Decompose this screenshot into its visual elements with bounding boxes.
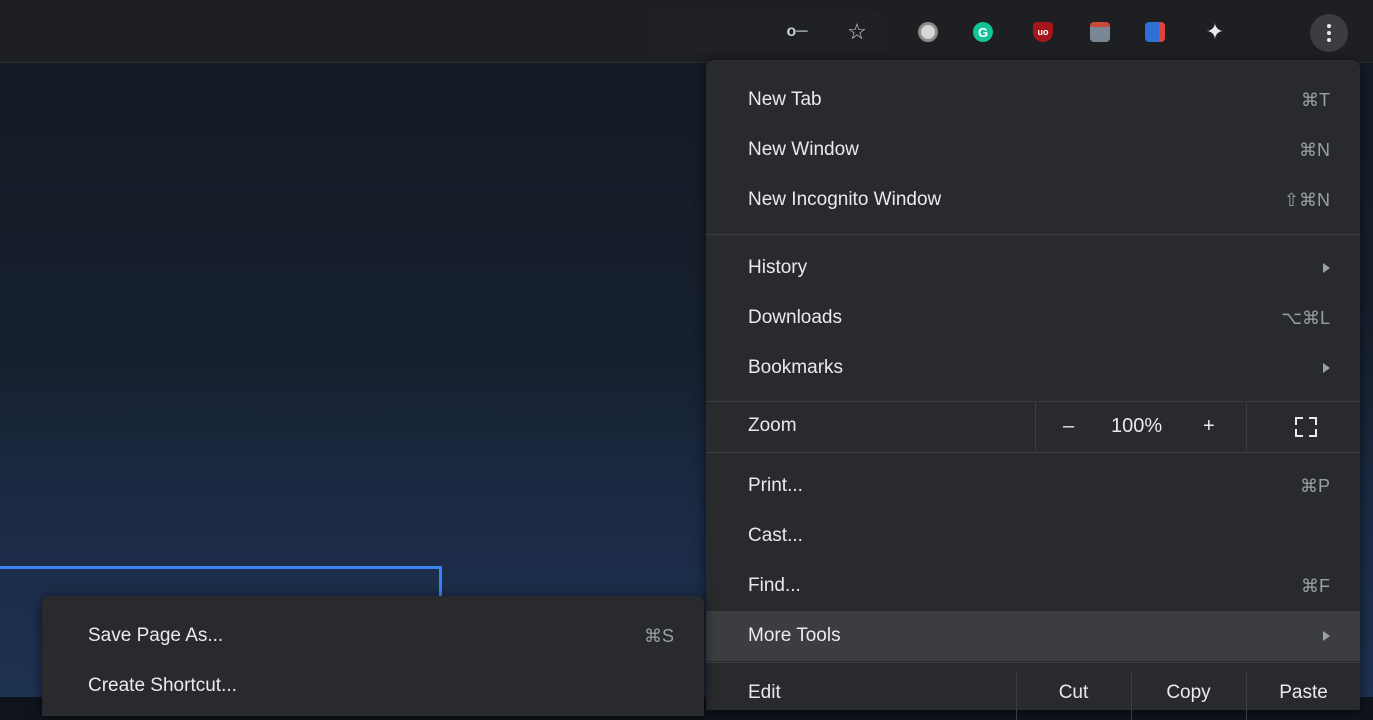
menu-item-more-tools[interactable]: More Tools xyxy=(706,611,1360,661)
menu-icon[interactable] xyxy=(1310,14,1348,52)
menu-item-history[interactable]: History xyxy=(706,244,1360,292)
paste-button[interactable]: Paste xyxy=(1246,672,1360,720)
submenu-arrow-icon xyxy=(1323,363,1330,373)
shortcut: ⌘F xyxy=(1301,575,1330,596)
cut-button[interactable]: Cut xyxy=(1016,672,1130,720)
menu-separator xyxy=(706,234,1360,235)
zoom-out-button[interactable]: – xyxy=(1063,415,1074,438)
edit-row: Edit Cut Copy Paste xyxy=(706,672,1360,720)
submenu-item-label: Save Page As... xyxy=(88,625,224,646)
menu-item-bookmarks[interactable]: Bookmarks xyxy=(706,344,1360,392)
menu-item-label: New Window xyxy=(748,139,859,160)
menu-separator xyxy=(706,452,1360,453)
shortcut: ⌘P xyxy=(1299,475,1330,496)
extension-circle-icon[interactable] xyxy=(918,22,938,42)
copy-label: Copy xyxy=(1166,682,1211,703)
edit-label: Edit xyxy=(748,682,781,703)
zoom-label: Zoom xyxy=(748,415,797,436)
menu-item-label: Cast... xyxy=(748,525,803,546)
copy-button[interactable]: Copy xyxy=(1131,672,1245,720)
key-icon[interactable]: o─ xyxy=(785,20,809,44)
menu-item-label: More Tools xyxy=(748,625,841,646)
menu-item-new-tab[interactable]: New Tab ⌘T xyxy=(706,76,1360,124)
extension-blue-icon[interactable] xyxy=(1145,22,1165,42)
shortcut: ⌘N xyxy=(1299,139,1330,160)
cut-label: Cut xyxy=(1058,682,1089,703)
more-tools-submenu: Save Page As... ⌘S Create Shortcut... xyxy=(42,596,704,716)
submenu-item-create-shortcut[interactable]: Create Shortcut... xyxy=(42,662,704,710)
menu-item-label: New Incognito Window xyxy=(748,189,942,210)
menu-item-cast[interactable]: Cast... xyxy=(706,512,1360,560)
menu-item-label: Find... xyxy=(748,575,801,596)
zoom-row: Zoom – 100% + xyxy=(706,402,1360,452)
menu-item-label: History xyxy=(748,257,808,278)
submenu-arrow-icon xyxy=(1323,263,1330,273)
fullscreen-icon xyxy=(1295,417,1317,437)
extension-window-icon[interactable] xyxy=(1090,22,1110,42)
shortcut: ⌘T xyxy=(1301,89,1330,110)
menu-item-downloads[interactable]: Downloads ⌥⌘L xyxy=(706,294,1360,342)
submenu-item-save-page-as[interactable]: Save Page As... ⌘S xyxy=(42,612,704,660)
shortcut: ⌥⌘L xyxy=(1281,307,1330,328)
zoom-controls: – 100% + xyxy=(1035,402,1246,452)
menu-item-label: Downloads xyxy=(748,307,842,328)
shortcut: ⌘S xyxy=(643,625,674,646)
star-icon[interactable]: ☆ xyxy=(845,20,869,44)
browser-toolbar: o─ ☆ G uo ✦ xyxy=(0,0,1373,63)
zoom-level: 100% xyxy=(1111,415,1163,437)
zoom-in-button[interactable]: + xyxy=(1203,415,1215,438)
chrome-main-menu: New Tab ⌘T New Window ⌘N New Incognito W… xyxy=(706,60,1360,720)
menu-item-print[interactable]: Print... ⌘P xyxy=(706,462,1360,510)
menu-item-find[interactable]: Find... ⌘F xyxy=(706,562,1360,610)
shortcut: ⇧⌘N xyxy=(1283,189,1330,210)
menu-item-label: Bookmarks xyxy=(748,357,844,378)
paste-label: Paste xyxy=(1279,682,1328,703)
grammarly-icon[interactable]: G xyxy=(973,22,993,42)
menu-item-new-window[interactable]: New Window ⌘N xyxy=(706,126,1360,174)
menu-item-new-incognito-window[interactable]: New Incognito Window ⇧⌘N xyxy=(706,176,1360,224)
menu-item-label: Print... xyxy=(748,475,803,496)
submenu-arrow-icon xyxy=(1323,631,1330,641)
submenu-item-label: Create Shortcut... xyxy=(88,675,237,696)
menu-item-label: New Tab xyxy=(748,89,822,110)
ublock-icon[interactable]: uo xyxy=(1033,22,1053,42)
puzzle-icon[interactable]: ✦ xyxy=(1203,20,1227,44)
menu-separator xyxy=(706,662,1360,663)
fullscreen-button[interactable] xyxy=(1246,402,1361,452)
